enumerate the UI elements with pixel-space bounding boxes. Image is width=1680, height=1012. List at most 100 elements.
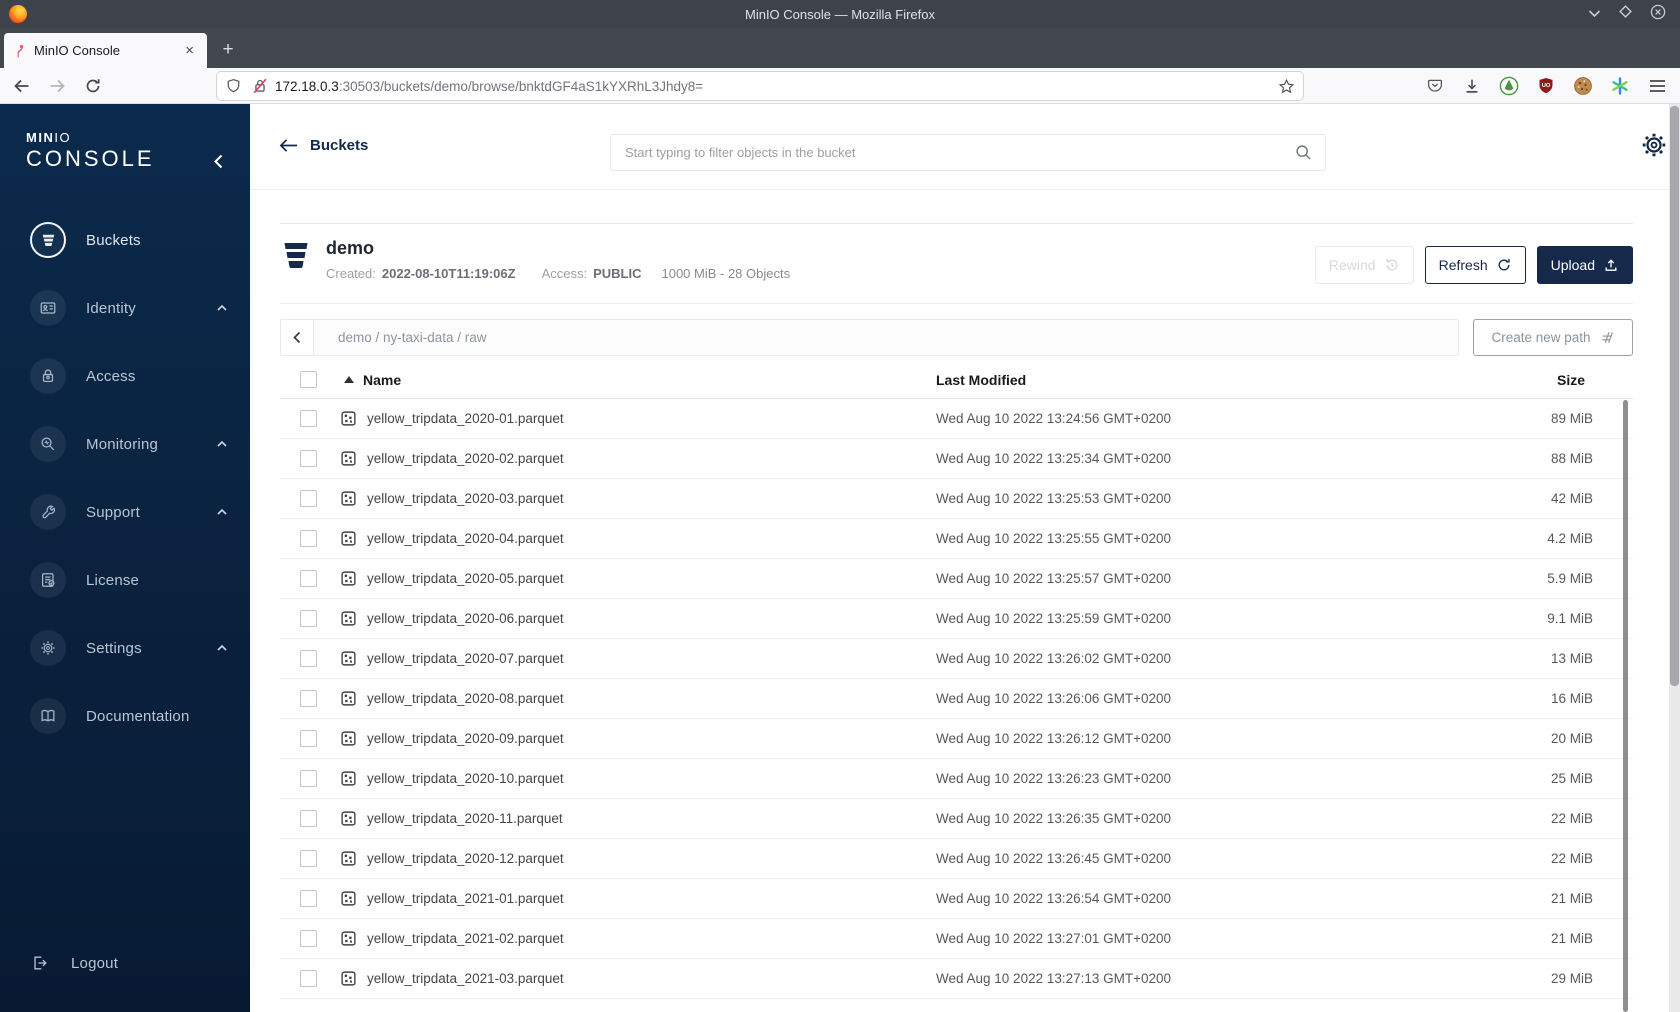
ublock-origin-icon[interactable]: UO (1535, 75, 1557, 97)
back-to-buckets[interactable]: Buckets (279, 137, 368, 154)
browser-scrollbar-thumb[interactable] (1670, 106, 1679, 686)
bookmark-star-icon[interactable] (1278, 78, 1295, 95)
row-checkbox[interactable] (299, 570, 317, 587)
object-table-body: yellow_tripdata_2020-01.parquet Wed Aug … (280, 399, 1633, 999)
table-row[interactable]: yellow_tripdata_2020-03.parquet Wed Aug … (280, 479, 1633, 519)
row-checkbox[interactable] (299, 690, 317, 707)
settings-gear-icon[interactable] (1639, 130, 1669, 160)
sidebar-item-identity[interactable]: Identity (0, 274, 250, 342)
table-row[interactable]: yellow_tripdata_2020-01.parquet Wed Aug … (280, 399, 1633, 439)
row-checkbox[interactable] (299, 450, 317, 467)
download-icon[interactable] (1461, 75, 1483, 97)
column-name[interactable]: Name (336, 372, 936, 388)
maximize-icon[interactable] (1619, 5, 1632, 23)
column-last-modified[interactable]: Last Modified (936, 372, 1411, 388)
breadcrumb-path[interactable]: demo / ny-taxi-data / raw (314, 320, 1458, 355)
object-file-icon (341, 451, 356, 466)
menu-icon[interactable] (1646, 75, 1668, 97)
sidebar-item-logout[interactable]: Logout (30, 946, 118, 980)
tab-title: MinIO Console (34, 43, 120, 58)
tracking-shield-icon[interactable] (225, 77, 242, 95)
forward-icon[interactable] (42, 72, 72, 100)
row-checkbox[interactable] (299, 850, 317, 867)
object-name: yellow_tripdata_2020-01.parquet (367, 411, 564, 426)
table-row[interactable]: yellow_tripdata_2020-06.parquet Wed Aug … (280, 599, 1633, 639)
caret-up-icon[interactable] (216, 435, 228, 453)
search-input[interactable] (625, 145, 1294, 160)
object-size: 4.2 MiB (1547, 531, 1593, 546)
tab-minio-console[interactable]: MinIO Console × (4, 33, 207, 68)
minimize-icon[interactable] (1588, 5, 1601, 23)
sidebar-item-license[interactable]: License (0, 546, 250, 614)
refresh-label: Refresh (1438, 257, 1488, 273)
caret-up-icon[interactable] (216, 639, 228, 657)
sidebar-collapse-icon[interactable] (214, 154, 228, 170)
table-row[interactable]: yellow_tripdata_2020-12.parquet Wed Aug … (280, 839, 1633, 879)
table-scrollbar[interactable] (1623, 400, 1628, 1012)
back-icon[interactable] (6, 72, 36, 100)
object-name: yellow_tripdata_2021-03.parquet (367, 971, 564, 986)
refresh-button[interactable]: Refresh (1424, 246, 1526, 284)
breadcrumb: demo / ny-taxi-data / raw (280, 319, 1459, 356)
select-all-checkbox[interactable] (299, 371, 317, 388)
object-file-icon (341, 771, 356, 786)
table-row[interactable]: yellow_tripdata_2021-03.parquet Wed Aug … (280, 959, 1633, 999)
breadcrumb-back-icon[interactable] (281, 320, 314, 355)
table-row[interactable]: yellow_tripdata_2020-05.parquet Wed Aug … (280, 559, 1633, 599)
table-row[interactable]: yellow_tripdata_2020-08.parquet Wed Aug … (280, 679, 1633, 719)
row-checkbox[interactable] (299, 730, 317, 747)
object-last-modified: Wed Aug 10 2022 13:25:55 GMT+0200 (936, 531, 1172, 546)
tab-close-icon[interactable]: × (181, 41, 198, 60)
create-new-path-button[interactable]: Create new path (1473, 319, 1633, 356)
table-row[interactable]: yellow_tripdata_2020-02.parquet Wed Aug … (280, 439, 1633, 479)
privacy-badger-icon[interactable] (1498, 75, 1520, 97)
row-checkbox[interactable] (299, 490, 317, 507)
row-checkbox[interactable] (299, 530, 317, 547)
row-checkbox[interactable] (299, 770, 317, 787)
sidebar-item-access[interactable]: Access (0, 342, 250, 410)
table-row[interactable]: yellow_tripdata_2020-04.parquet Wed Aug … (280, 519, 1633, 559)
table-row[interactable]: yellow_tripdata_2021-02.parquet Wed Aug … (280, 919, 1633, 959)
sidebar-item-monitoring[interactable]: Monitoring (0, 410, 250, 478)
row-checkbox[interactable] (299, 970, 317, 987)
url-text[interactable]: 172.18.0.3:30503/buckets/demo/browse/bnk… (275, 79, 1278, 94)
object-size: 9.1 MiB (1547, 611, 1593, 626)
created-label: Created: (326, 266, 376, 281)
sidebar-item-documentation[interactable]: Documentation (0, 682, 250, 750)
object-file-icon (341, 931, 356, 946)
row-checkbox[interactable] (299, 610, 317, 627)
browser-window: MinIO Console — Mozilla Firefox MinIO Co… (0, 0, 1680, 1012)
caret-up-icon[interactable] (216, 299, 228, 317)
object-file-icon (341, 571, 356, 586)
browser-scrollbar[interactable] (1669, 104, 1680, 1012)
rewind-button[interactable]: Rewind (1314, 246, 1414, 284)
row-checkbox[interactable] (299, 650, 317, 667)
table-row[interactable]: yellow_tripdata_2020-09.parquet Wed Aug … (280, 719, 1633, 759)
table-row[interactable]: yellow_tripdata_2020-10.parquet Wed Aug … (280, 759, 1633, 799)
asterisk-extension-icon[interactable] (1609, 75, 1631, 97)
object-last-modified: Wed Aug 10 2022 13:25:59 GMT+0200 (936, 611, 1172, 626)
new-tab-button[interactable]: + (213, 35, 243, 65)
row-checkbox[interactable] (299, 930, 317, 947)
sidebar-item-support[interactable]: Support (0, 478, 250, 546)
insecure-lock-icon[interactable] (251, 77, 269, 95)
table-row[interactable]: yellow_tripdata_2020-11.parquet Wed Aug … (280, 799, 1633, 839)
object-size: 89 MiB (1550, 411, 1593, 426)
row-checkbox[interactable] (299, 810, 317, 827)
object-file-icon (341, 411, 356, 426)
url-bar[interactable]: 172.18.0.3:30503/buckets/demo/browse/bnk… (217, 72, 1303, 100)
row-checkbox[interactable] (299, 410, 317, 427)
sidebar-item-settings[interactable]: Settings (0, 614, 250, 682)
caret-up-icon[interactable] (216, 503, 228, 521)
reload-icon[interactable] (78, 72, 108, 100)
column-size[interactable]: Size (1411, 372, 1633, 388)
row-checkbox[interactable] (299, 890, 317, 907)
pocket-icon[interactable] (1424, 75, 1446, 97)
close-icon[interactable] (1650, 4, 1666, 25)
url-domain: 172.18.0.3 (275, 78, 339, 94)
sidebar-item-buckets[interactable]: Buckets (0, 206, 250, 274)
upload-button[interactable]: Upload (1536, 246, 1633, 284)
table-row[interactable]: yellow_tripdata_2021-01.parquet Wed Aug … (280, 879, 1633, 919)
table-row[interactable]: yellow_tripdata_2020-07.parquet Wed Aug … (280, 639, 1633, 679)
cookie-extension-icon[interactable] (1572, 75, 1594, 97)
